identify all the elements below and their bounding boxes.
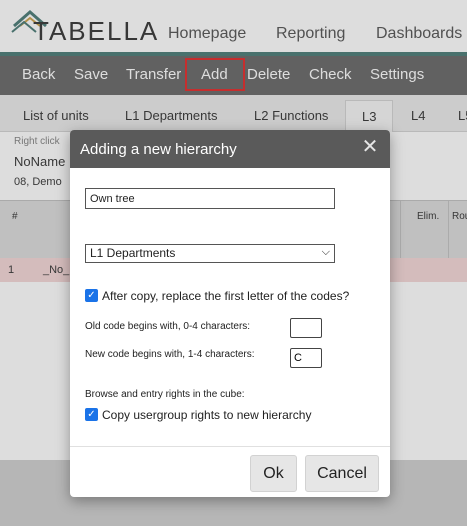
- dialog-title: Adding a new hierarchy: [80, 141, 237, 158]
- new-code-label: New code begins with, 1-4 characters:: [85, 349, 255, 360]
- new-code-input[interactable]: [290, 348, 322, 368]
- rights-label: Browse and entry rights in the cube:: [85, 389, 245, 400]
- source-hierarchy-select[interactable]: L1 Departments ⌵: [85, 244, 335, 263]
- replace-letter-checkbox[interactable]: ✓: [85, 289, 98, 302]
- dialog-header: Adding a new hierarchy ✕: [70, 130, 390, 168]
- old-code-input[interactable]: [290, 318, 322, 338]
- chevron-down-icon: ⌵: [321, 246, 330, 258]
- replace-letter-label: After copy, replace the first letter of …: [102, 289, 350, 303]
- close-icon[interactable]: ✕: [360, 136, 380, 158]
- copy-rights-label: Copy usergroup rights to new hierarchy: [102, 408, 312, 422]
- cancel-button[interactable]: Cancel: [305, 455, 379, 492]
- hierarchy-name-input[interactable]: [85, 188, 335, 209]
- dialog-footer-divider: [70, 446, 390, 447]
- ok-button[interactable]: Ok: [250, 455, 297, 492]
- old-code-label: Old code begins with, 0-4 characters:: [85, 321, 251, 332]
- copy-rights-checkbox[interactable]: ✓: [85, 408, 98, 421]
- add-hierarchy-dialog: Adding a new hierarchy ✕ L1 Departments …: [70, 130, 390, 497]
- select-value: L1 Departments: [90, 246, 176, 260]
